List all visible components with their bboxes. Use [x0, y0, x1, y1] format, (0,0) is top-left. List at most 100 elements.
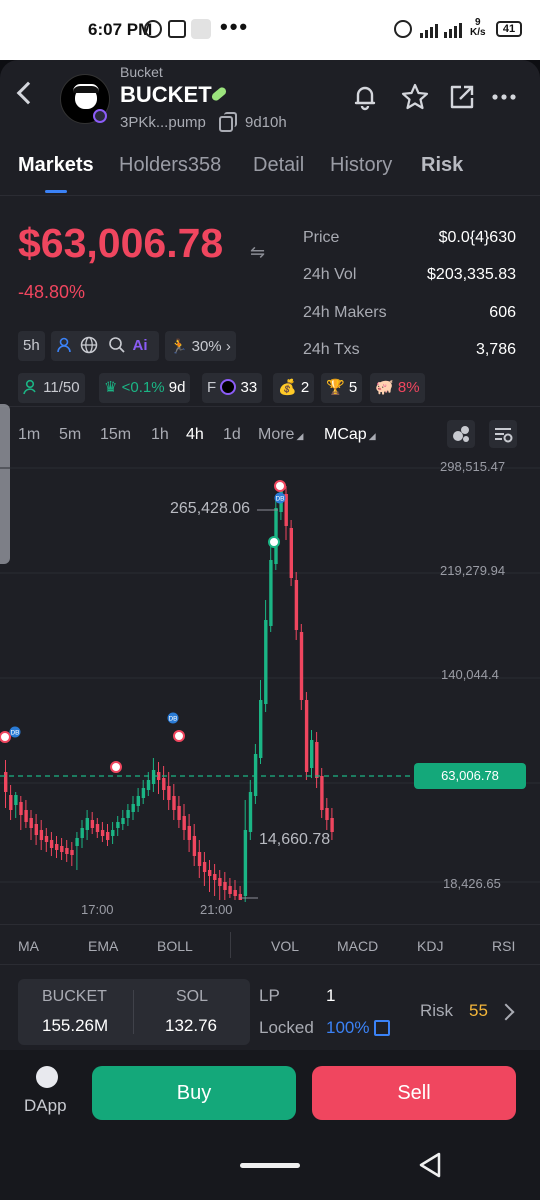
- more-icon[interactable]: [490, 82, 520, 112]
- candle-body: [315, 742, 319, 778]
- indicator-boll[interactable]: BOLL: [157, 938, 193, 954]
- stat-label: 24h Vol: [303, 266, 357, 283]
- back-arrow-icon[interactable]: [16, 81, 40, 105]
- tab-detail[interactable]: Detail: [253, 154, 304, 177]
- chip-f[interactable]: F 33: [202, 373, 263, 403]
- chip-pace[interactable]: 🏃 30% ›: [165, 331, 236, 361]
- chevron-right-icon[interactable]: [497, 1003, 515, 1021]
- current-price-tag: 63,006.78: [414, 763, 526, 789]
- market-cap-value: $63,006.78: [18, 220, 224, 266]
- token-address[interactable]: 3PKk...pump: [120, 114, 206, 131]
- high-annotation: 265,428.06: [170, 500, 251, 517]
- candle-body: [330, 818, 334, 832]
- copy-icon[interactable]: [219, 112, 237, 132]
- chevron-right-icon: ›: [225, 338, 231, 355]
- candle-body: [95, 824, 100, 832]
- candle-body: [24, 810, 28, 822]
- share-icon[interactable]: [447, 82, 477, 112]
- system-back-icon[interactable]: [418, 1152, 442, 1178]
- tab-markets[interactable]: Markets: [18, 154, 94, 177]
- search-icon: [109, 337, 125, 353]
- candle-body: [259, 700, 263, 758]
- chip-social[interactable]: Ai: [51, 331, 159, 361]
- active-tab-indicator: [45, 190, 67, 193]
- alarm-icon: [394, 20, 412, 38]
- indicator-kdj[interactable]: KDJ: [417, 938, 443, 954]
- holders-value: 11/50: [43, 379, 80, 396]
- top-hold-age: 9d: [168, 379, 186, 396]
- stat-value: 606: [489, 304, 516, 321]
- chip-rug[interactable]: 🐖 8%: [370, 373, 425, 403]
- network-speed: 9 K/s: [470, 17, 486, 38]
- tab-risk[interactable]: Risk: [421, 154, 463, 177]
- external-link-icon[interactable]: [374, 1020, 390, 1036]
- indicator-vol[interactable]: VOL: [271, 938, 299, 954]
- star-icon[interactable]: [400, 82, 430, 112]
- indicator-ma[interactable]: MA: [18, 938, 39, 954]
- pace-value: 30%: [191, 338, 222, 355]
- candle-body: [182, 816, 186, 830]
- candle-body: [100, 830, 105, 836]
- candle-body: [106, 832, 110, 840]
- quote-token-amount: 132.76: [165, 1016, 217, 1035]
- candle-body: [208, 870, 212, 876]
- dapp-label[interactable]: DApp: [24, 1096, 67, 1116]
- candle-body: [172, 796, 176, 810]
- tab-holders[interactable]: Holders358: [119, 154, 221, 177]
- dapp-icon[interactable]: [36, 1066, 58, 1088]
- candle-body: [14, 795, 18, 805]
- token-page: Bucket BUCKET 3PKk...pump 9d10h Markets …: [0, 60, 540, 1200]
- pool-separator: [133, 990, 134, 1034]
- stat-value: $0.0{4}630: [438, 229, 516, 246]
- trade-marker: [268, 536, 280, 548]
- candle-body: [233, 890, 237, 896]
- stat-value: 3,786: [475, 341, 516, 358]
- chip-holders[interactable]: 11/50: [18, 373, 85, 403]
- indicator-rsi[interactable]: RSI: [492, 938, 515, 954]
- candle-body: [299, 632, 304, 700]
- trade-marker: [274, 480, 286, 492]
- risk-label[interactable]: Risk: [420, 1001, 453, 1021]
- pill-icon: [210, 85, 228, 103]
- candle-body: [19, 802, 23, 815]
- trophy-icon: 🏆: [326, 379, 345, 396]
- y-axis-label: 140,044.4: [441, 667, 499, 682]
- chip-trophy[interactable]: 🏆 5: [321, 373, 363, 403]
- f-count: 33: [240, 379, 258, 396]
- y-axis-label: 18,426.65: [443, 876, 501, 891]
- candle-body: [75, 838, 79, 846]
- candle-body: [223, 882, 227, 890]
- status-time: 6:07 PM: [88, 20, 153, 39]
- candle-body: [213, 874, 217, 880]
- indicator-macd[interactable]: MACD: [337, 938, 378, 954]
- chip-time[interactable]: 5h: [18, 331, 45, 361]
- locked-value[interactable]: 100%: [326, 1018, 369, 1038]
- tab-history[interactable]: History: [330, 154, 392, 177]
- candle-body: [243, 830, 248, 896]
- swap-icon[interactable]: ⇋: [250, 242, 265, 263]
- risk-score[interactable]: 55: [469, 1001, 488, 1021]
- bell-icon[interactable]: [350, 82, 380, 112]
- signal-bar: [425, 30, 428, 38]
- candle-body: [269, 560, 273, 626]
- buy-button[interactable]: Buy: [92, 1066, 296, 1120]
- chip-top-holders[interactable]: ♛ <0.1% 9d: [99, 373, 191, 403]
- candle-body: [320, 776, 324, 810]
- chain-label: Bucket: [120, 64, 163, 80]
- x-axis-label: 21:00: [200, 902, 233, 917]
- sell-button[interactable]: Sell: [312, 1066, 516, 1120]
- candle-body: [146, 780, 151, 790]
- chip-bag[interactable]: 💰 2: [273, 373, 315, 403]
- signal-bar: [435, 24, 438, 38]
- candle-body: [60, 846, 64, 852]
- candle-body: [202, 862, 207, 872]
- signal-bar: [420, 33, 423, 38]
- indicator-ema[interactable]: EMA: [88, 938, 118, 954]
- candle-body: [141, 788, 146, 798]
- avatar-hat: [73, 84, 99, 93]
- home-gesture-bar[interactable]: [240, 1163, 300, 1168]
- signal-bar: [454, 26, 457, 38]
- candle-body: [197, 852, 202, 866]
- status-bar: 6:07 PM ••• 9 K/s 41: [0, 0, 540, 60]
- candle-body: [187, 826, 191, 840]
